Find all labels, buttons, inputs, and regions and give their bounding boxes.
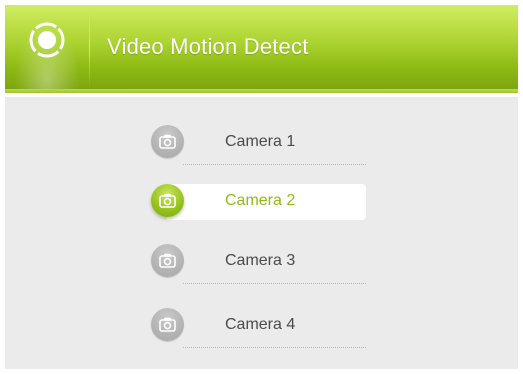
camera-icon (151, 125, 184, 158)
camera-icon (151, 184, 184, 217)
camera-list-item[interactable]: Camera 3 (151, 242, 366, 284)
camera-icon (151, 244, 184, 277)
list-separator (183, 164, 366, 165)
list-separator (183, 347, 366, 348)
camera-list-item[interactable]: Camera 1 (151, 123, 366, 165)
camera-label: Camera 4 (225, 316, 296, 333)
app-logo (5, 5, 89, 93)
app-window: Video Motion Detect Camera 1 Camera 2 Ca… (0, 0, 523, 374)
camera-label: Camera 2 (225, 192, 296, 209)
header-bar: Video Motion Detect (5, 5, 518, 93)
camera-icon (151, 308, 184, 341)
camera-list-item-selected[interactable]: Camera 2 (151, 182, 366, 222)
camera-list-panel: Camera 1 Camera 2 Camera 3 Camera 4 (5, 97, 518, 369)
header-divider (89, 11, 90, 87)
camera-label: Camera 1 (225, 133, 296, 150)
target-circle-icon (29, 22, 65, 58)
list-separator (183, 283, 366, 284)
camera-label: Camera 3 (225, 252, 296, 269)
camera-list-item[interactable]: Camera 4 (151, 306, 366, 348)
page-title: Video Motion Detect (107, 34, 309, 59)
